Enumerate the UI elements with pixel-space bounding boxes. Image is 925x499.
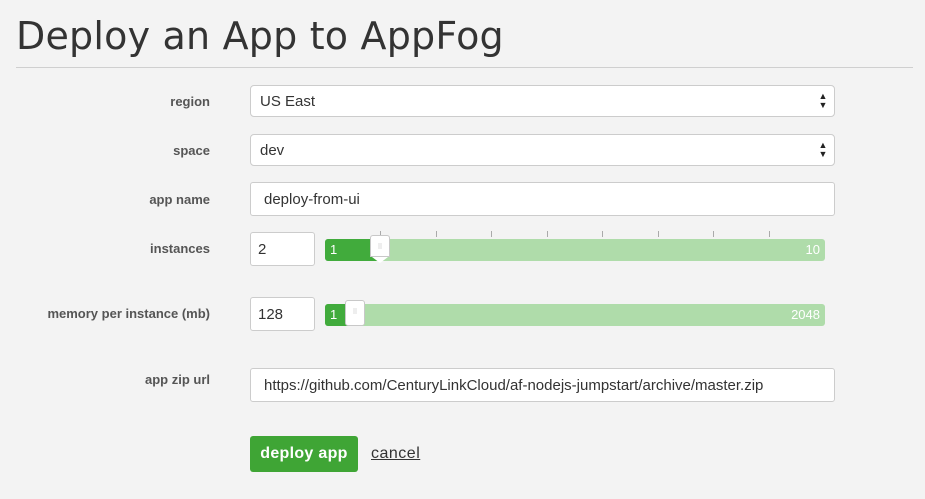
slider-tick [713,231,714,237]
deploy-app-button[interactable]: deploy app [250,436,358,472]
slider-tick [547,231,548,237]
instances-slider[interactable]: 1 10 [325,235,825,263]
app-zip-url-value: https://github.com/CenturyLinkCloud/af-n… [264,377,764,394]
memory-value: 128 [258,306,284,323]
space-label: space [173,143,210,158]
instances-input[interactable]: 2 [250,232,315,266]
memory-slider-max: 2048 [791,307,820,322]
slider-tick [658,231,659,237]
memory-slider[interactable]: 1 2048 [325,300,825,326]
region-label: region [170,94,210,109]
app-name-value: deploy-from-ui [264,191,360,208]
region-select[interactable]: US East ▲ ▼ [250,85,835,117]
app-zip-url-input[interactable]: https://github.com/CenturyLinkCloud/af-n… [250,368,835,402]
memory-slider-min: 1 [330,307,338,322]
slider-tick [602,231,603,237]
region-selected-value: US East [260,93,316,110]
select-arrows-icon: ▲ ▼ [818,91,828,110]
cancel-link[interactable]: cancel [371,445,420,463]
page-title: Deploy an App to AppFog [16,14,504,58]
slider-tick [769,231,770,237]
select-arrows-icon: ▲ ▼ [818,140,828,159]
instances-slider-min: 1 [330,242,338,257]
slider-tick [491,231,492,237]
deploy-page: Deploy an App to AppFog region US East ▲… [0,0,925,499]
memory-slider-handle[interactable] [345,300,365,326]
instances-label: instances [150,241,210,256]
instances-slider-handle[interactable] [370,235,390,263]
space-selected-value: dev [260,142,285,159]
memory-input[interactable]: 128 [250,297,315,331]
instances-value: 2 [258,241,267,258]
app-name-label: app name [149,192,210,207]
app-name-input[interactable]: deploy-from-ui [250,182,835,216]
memory-label: memory per instance (mb) [47,306,210,321]
slider-tick [436,231,437,237]
instances-slider-max: 10 [805,242,820,257]
space-select[interactable]: dev ▲ ▼ [250,134,835,166]
app-zip-url-label: app zip url [145,372,210,387]
title-divider [16,67,913,68]
instances-slider-ticks [325,231,825,239]
